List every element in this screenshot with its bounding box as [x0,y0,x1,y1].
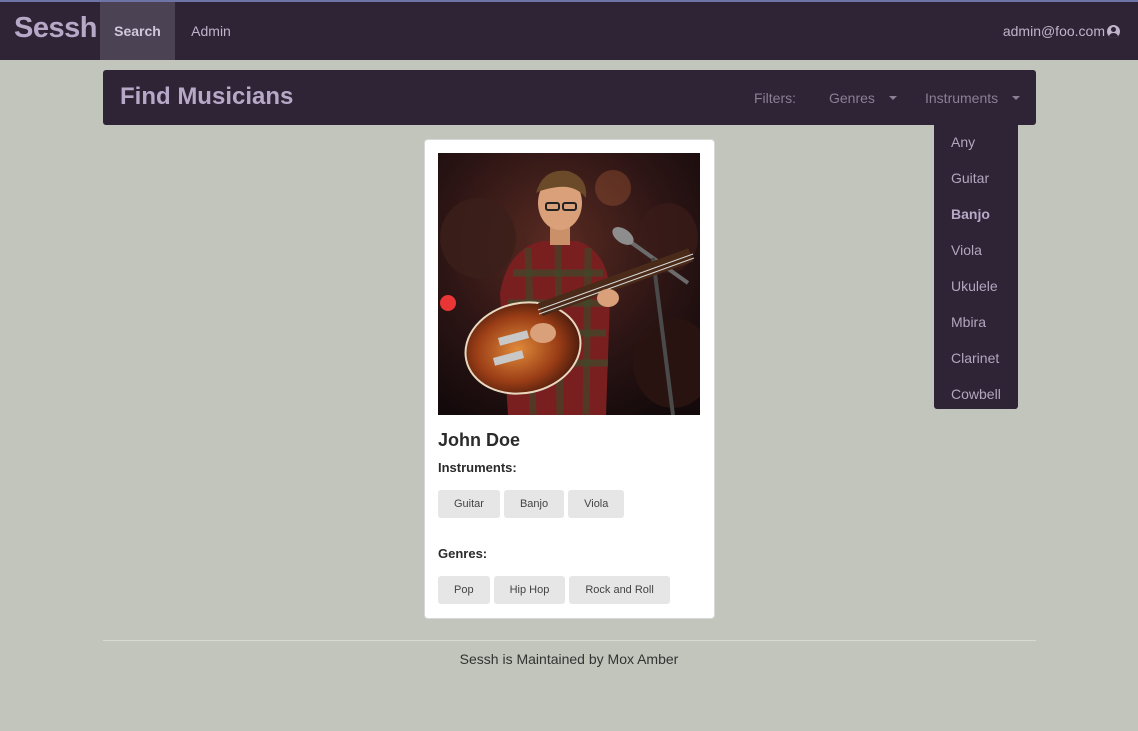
instruments-dropdown-menu: Any Guitar Banjo Viola Ukulele Mbira Cla… [934,120,1018,409]
caret-down-icon [888,96,897,100]
find-musicians-header: Find Musicians Filters: Genres Instrumen… [103,70,1036,125]
instrument-tag: Banjo [503,490,565,518]
genre-tag: Pop [438,576,490,604]
instrument-tag: Viola [568,490,625,518]
musician-photo [438,153,700,415]
instrument-option-banjo[interactable]: Banjo [934,196,1018,232]
musician-card[interactable]: John Doe Instruments: Guitar Banjo Viola… [424,139,715,619]
brand-logo[interactable]: Sessh [14,12,97,45]
genres-dropdown[interactable]: Genres [829,90,897,106]
genre-tags: Pop Hip Hop Rock and Roll [438,576,670,604]
instrument-option-ukulele[interactable]: Ukulele [934,268,1018,304]
instrument-tags: Guitar Banjo Viola [438,490,625,518]
top-navbar: Sessh Search Admin admin@foo.com [0,0,1138,60]
instrument-option-viola[interactable]: Viola [934,232,1018,268]
instruments-dropdown-label: Instruments [925,90,999,106]
footer-divider [103,640,1036,641]
nav-admin-link[interactable]: Admin [175,2,247,60]
footer-text: Sessh is Maintained by Mox Amber [459,651,679,667]
genres-dropdown-label: Genres [829,90,875,106]
instrument-option-mbira[interactable]: Mbira [934,304,1018,340]
instrument-tag: Guitar [438,490,500,518]
musician-photo-illustration [438,153,700,415]
user-menu[interactable]: admin@foo.com [1003,2,1120,60]
instrument-option-guitar[interactable]: Guitar [934,160,1018,196]
page-title: Find Musicians [120,83,294,110]
user-circle-icon [1107,24,1120,38]
nav-search-link[interactable]: Search [100,2,175,60]
user-email: admin@foo.com [1002,23,1105,39]
instrument-option-any[interactable]: Any [934,124,1018,160]
genre-tag: Hip Hop [493,576,566,604]
genre-tag: Rock and Roll [569,576,670,604]
instruments-heading: Instruments: [438,460,517,475]
genres-heading: Genres: [438,546,488,561]
caret-down-icon [1012,96,1021,100]
instrument-option-cowbell[interactable]: Cowbell [934,376,1018,412]
filters-label: Filters: [754,90,796,106]
instrument-option-clarinet[interactable]: Clarinet [934,340,1018,376]
instruments-dropdown[interactable]: Instruments [925,90,1021,106]
musician-name: John Doe [438,430,521,450]
